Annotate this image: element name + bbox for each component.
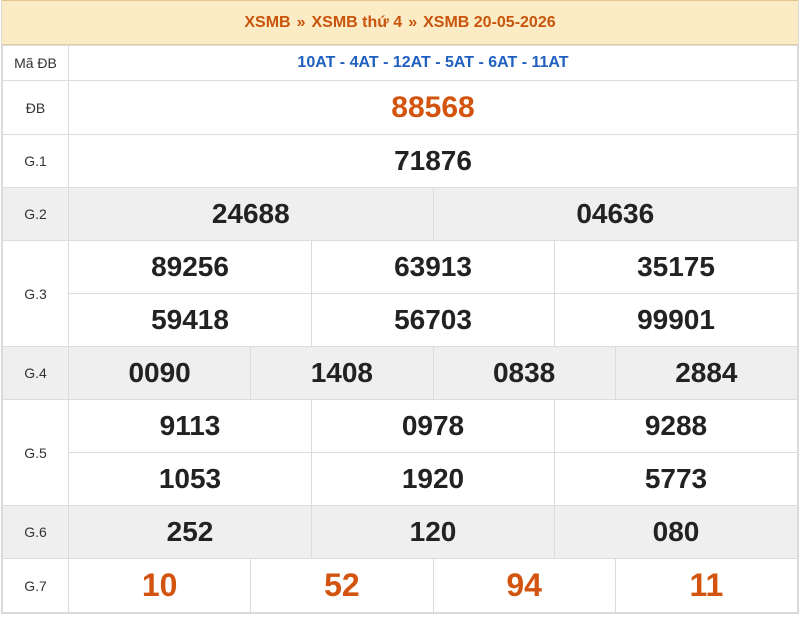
prize-g5-4: 1053: [68, 452, 312, 506]
prize-g2-1: 24688: [68, 187, 434, 241]
lottery-result-panel: XSMB » XSMB thứ 4 » XSMB 20-05-2026 Mã Đ…: [1, 0, 799, 614]
prize-g5-5: 1920: [311, 452, 555, 506]
results-table: Mã ĐB 10AT - 4AT - 12AT - 5AT - 6AT - 11…: [2, 45, 799, 613]
row-ma-db: Mã ĐB 10AT - 4AT - 12AT - 5AT - 6AT - 11…: [2, 45, 798, 81]
label-ma-db: Mã ĐB: [2, 45, 69, 81]
row-g4: G.4 0090 1408 0838 2884: [2, 346, 799, 400]
prize-g6-3: 080: [554, 505, 798, 559]
prize-g5-3: 9288: [554, 399, 798, 453]
prize-g7-2: 52: [250, 558, 434, 613]
breadcrumb-date-link[interactable]: XSMB 20-05-2026: [423, 14, 556, 32]
prize-g3-1: 89256: [68, 240, 312, 294]
breadcrumb-separator: »: [296, 13, 306, 31]
prize-g3-5: 56703: [311, 293, 555, 347]
label-g2: G.2: [2, 187, 69, 241]
breadcrumb: XSMB » XSMB thứ 4 » XSMB 20-05-2026: [2, 0, 798, 45]
row-g3-a: G.3 89256 63913 35175: [2, 240, 798, 347]
prize-g7-3: 94: [432, 558, 616, 613]
prize-g6-1: 252: [68, 505, 312, 559]
prize-g4-1: 0090: [67, 346, 252, 400]
label-g3: G.3: [2, 240, 69, 347]
label-g6: G.6: [2, 505, 69, 559]
breadcrumb-separator: »: [408, 13, 418, 31]
prize-g4-4: 2884: [614, 346, 799, 400]
prize-g5-2: 0978: [311, 399, 555, 453]
row-g3-b: 59418 56703 99901: [3, 293, 798, 347]
prize-special: 88568: [68, 80, 798, 135]
label-g7: G.7: [2, 558, 69, 613]
label-g5: G.5: [2, 399, 69, 506]
prize-g5-1: 9113: [68, 399, 312, 453]
prize-g3-3: 35175: [554, 240, 798, 294]
prize-g7-4: 11: [614, 558, 799, 613]
row-g5-a: G.5 9113 0978 9288: [2, 399, 798, 506]
row-g6: G.6 252 120 080: [2, 505, 798, 559]
prize-g4-2: 1408: [250, 346, 434, 400]
prize-g3-4: 59418: [68, 293, 312, 347]
row-g7: G.7 10 52 94 11: [2, 558, 799, 613]
prize-g2-2: 04636: [432, 187, 798, 241]
breadcrumb-day-link[interactable]: XSMB thứ 4: [312, 14, 403, 32]
breadcrumb-xsmb-link[interactable]: XSMB: [244, 14, 290, 32]
label-g4: G.4: [2, 346, 69, 400]
prize-g1: 71876: [68, 134, 798, 188]
prize-g5-6: 5773: [554, 452, 798, 506]
label-g1: G.1: [2, 134, 69, 188]
row-g2: G.2 24688 04636: [2, 187, 798, 241]
row-g5-b: 1053 1920 5773: [3, 452, 798, 506]
ma-db-codes: 10AT - 4AT - 12AT - 5AT - 6AT - 11AT: [68, 45, 798, 81]
prize-g3-6: 99901: [554, 293, 798, 347]
prize-g4-3: 0838: [432, 346, 616, 400]
row-db: ĐB 88568: [2, 80, 798, 135]
prize-g7-1: 10: [67, 558, 252, 613]
prize-g3-2: 63913: [311, 240, 555, 294]
prize-g6-2: 120: [311, 505, 555, 559]
label-db: ĐB: [2, 80, 69, 135]
row-g1: G.1 71876: [2, 134, 798, 188]
